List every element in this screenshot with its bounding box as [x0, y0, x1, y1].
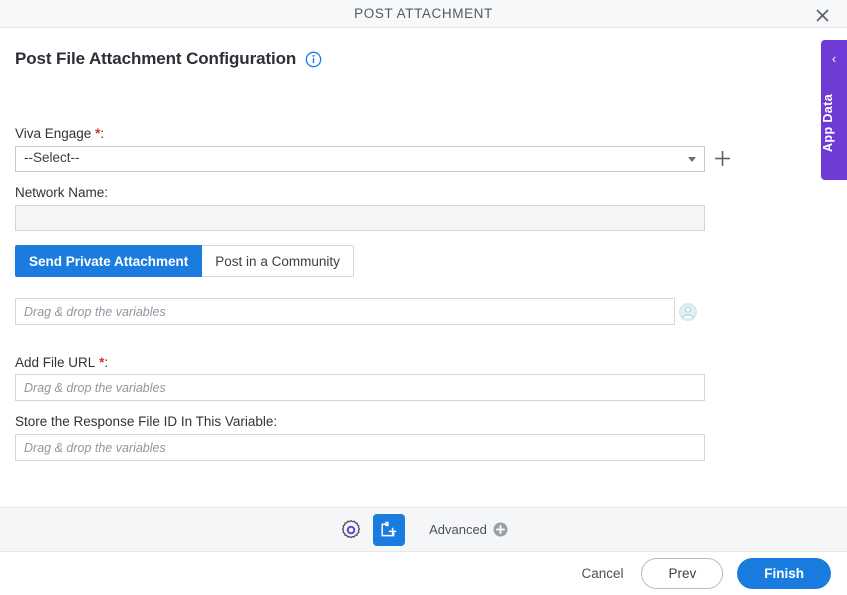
- finish-button[interactable]: Finish: [737, 558, 831, 589]
- viva-engage-label: Viva Engage *:: [15, 126, 104, 141]
- bottom-toolbar: Advanced: [0, 507, 847, 552]
- network-name-label-text: Network Name: [15, 185, 105, 200]
- page-title: Post File Attachment Configuration: [15, 49, 297, 68]
- network-name-input[interactable]: [15, 205, 705, 231]
- cancel-button[interactable]: Cancel: [577, 560, 627, 587]
- prev-button[interactable]: Prev: [641, 558, 724, 589]
- app-data-label: App Data: [821, 93, 835, 153]
- chevron-down-icon: [688, 157, 696, 162]
- gear-icon: [341, 519, 361, 538]
- add-form-button[interactable]: [373, 513, 406, 546]
- add-file-url-input[interactable]: [15, 374, 705, 401]
- page-title-row: Post File Attachment Configuration: [15, 49, 322, 69]
- configuration-form: Post File Attachment Configuration Viva …: [0, 29, 847, 507]
- close-button[interactable]: [811, 4, 833, 26]
- attachment-mode-tabs: Send Private Attachment Post in a Commun…: [15, 245, 354, 277]
- info-icon[interactable]: [305, 51, 322, 68]
- add-file-url-label-colon: :: [104, 355, 109, 370]
- store-response-variable-input[interactable]: [15, 434, 705, 461]
- dialog-footer: Cancel Prev Finish: [0, 552, 847, 595]
- store-response-label-text: Store the Response File ID In This Varia…: [15, 414, 274, 429]
- recipient-variable-input[interactable]: [15, 298, 675, 325]
- viva-engage-label-text: Viva Engage: [15, 126, 92, 141]
- tab-send-private-attachment[interactable]: Send Private Attachment: [15, 245, 203, 277]
- chevron-left-icon: ‹: [831, 51, 837, 66]
- settings-button[interactable]: [339, 518, 363, 542]
- network-name-label-colon: :: [104, 185, 109, 200]
- advanced-label: Advanced: [429, 522, 487, 537]
- close-icon: [815, 8, 829, 22]
- add-form-icon: [381, 521, 397, 536]
- viva-engage-select[interactable]: --Select--: [15, 146, 705, 172]
- advanced-toggle[interactable]: Advanced: [429, 522, 508, 537]
- app-data-panel-tab[interactable]: ‹ App Data: [821, 40, 847, 180]
- tab-post-in-a-community[interactable]: Post in a Community: [202, 245, 354, 277]
- person-icon[interactable]: [679, 303, 697, 321]
- add-file-url-label-text: Add File URL: [15, 355, 96, 370]
- plus-circle-icon: [493, 522, 508, 537]
- add-viva-engage-button[interactable]: [713, 149, 732, 168]
- store-response-label: Store the Response File ID In This Varia…: [15, 414, 277, 429]
- viva-engage-label-colon: :: [100, 126, 105, 141]
- viva-engage-selected-value: --Select--: [24, 150, 80, 165]
- store-response-label-colon: :: [273, 414, 278, 429]
- add-file-url-label: Add File URL *:: [15, 355, 108, 370]
- window-titlebar: POST ATTACHMENT: [0, 0, 847, 28]
- window-title: POST ATTACHMENT: [354, 6, 493, 21]
- network-name-label: Network Name:: [15, 185, 108, 200]
